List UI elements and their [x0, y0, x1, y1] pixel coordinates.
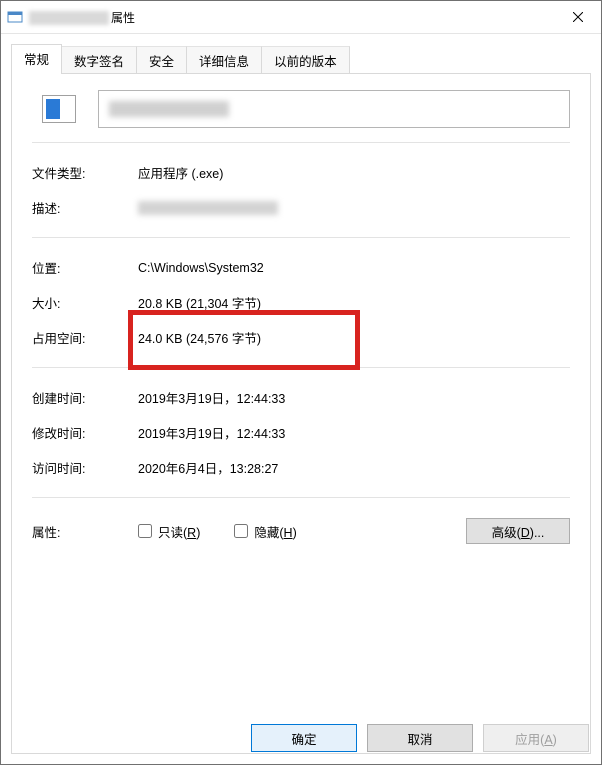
label-attributes: 属性: [32, 522, 138, 541]
separator [32, 237, 570, 238]
tab-previous-versions[interactable]: 以前的版本 [261, 46, 350, 75]
row-modified: 修改时间: 2019年3月19日，12:44:33 [32, 415, 570, 450]
value-file-type: 应用程序 (.exe) [138, 163, 570, 182]
properties-dialog: 属性 常规 数字签名 安全 详细信息 以前的版本 [0, 0, 602, 765]
label-created: 创建时间: [32, 388, 138, 407]
label-accessed: 访问时间: [32, 458, 138, 477]
label-description: 描述: [32, 198, 138, 217]
separator [32, 497, 570, 498]
title-redacted [29, 11, 109, 25]
ok-button-label: 确定 [291, 733, 316, 747]
tab-label: 详细信息 [199, 55, 249, 69]
row-description: 描述: [32, 190, 570, 225]
advanced-button[interactable]: 高级(D)... [466, 518, 570, 544]
apply-button: 应用(A) [483, 724, 589, 752]
cancel-button-label: 取消 [407, 733, 432, 747]
value-size: 20.8 KB (21,304 字节) [138, 293, 570, 312]
dialog-button-bar: 确定 取消 应用(A) [251, 724, 589, 752]
close-icon [573, 12, 583, 22]
checkbox-readonly-input[interactable] [138, 524, 152, 538]
label-modified: 修改时间: [32, 423, 138, 442]
description-redacted [138, 201, 278, 215]
value-location: C:\Windows\System32 [138, 261, 570, 275]
value-created: 2019年3月19日，12:44:33 [138, 388, 570, 407]
checkbox-hidden[interactable]: 隐藏(H) [234, 522, 296, 541]
tab-label: 数字签名 [74, 55, 124, 69]
tab-security[interactable]: 安全 [136, 46, 187, 75]
checkbox-hidden-input[interactable] [234, 524, 248, 538]
checkbox-hidden-label: 隐藏(H) [254, 522, 296, 541]
value-accessed: 2020年6月4日，13:28:27 [138, 458, 570, 477]
row-created: 创建时间: 2019年3月19日，12:44:33 [32, 380, 570, 415]
tab-label: 安全 [149, 55, 174, 69]
file-name-row [32, 88, 570, 130]
tab-label: 以前的版本 [274, 55, 337, 69]
file-name-redacted [109, 101, 229, 117]
panel-inner: 文件类型: 应用程序 (.exe) 描述: 位置: C:\Windows\Sys… [12, 74, 590, 562]
tab-label: 常规 [24, 53, 49, 67]
ok-button[interactable]: 确定 [251, 724, 357, 752]
value-size-on-disk: 24.0 KB (24,576 字节) [138, 328, 570, 347]
row-accessed: 访问时间: 2020年6月4日，13:28:27 [32, 450, 570, 485]
close-button[interactable] [555, 1, 601, 33]
checkbox-readonly[interactable]: 只读(R) [138, 522, 200, 541]
tab-strip: 常规 数字签名 安全 详细信息 以前的版本 [1, 34, 601, 73]
file-type-icon [38, 88, 80, 130]
label-size-on-disk: 占用空间: [32, 328, 138, 347]
row-size-on-disk: 占用空间: 24.0 KB (24,576 字节) [32, 320, 570, 355]
separator [32, 142, 570, 143]
label-file-type: 文件类型: [32, 163, 138, 182]
value-modified: 2019年3月19日，12:44:33 [138, 423, 570, 442]
row-size: 大小: 20.8 KB (21,304 字节) [32, 285, 570, 320]
window-title: 属性 [29, 9, 135, 26]
checkbox-readonly-label: 只读(R) [158, 522, 200, 541]
app-icon [7, 9, 23, 25]
cancel-button[interactable]: 取消 [367, 724, 473, 752]
label-location: 位置: [32, 258, 138, 277]
value-description [138, 201, 570, 215]
tab-details[interactable]: 详细信息 [186, 46, 262, 75]
row-attributes: 属性: 只读(R) 隐藏(H) 高级(D)... [32, 510, 570, 552]
title-bar: 属性 [1, 1, 601, 34]
label-size: 大小: [32, 293, 138, 312]
tab-general[interactable]: 常规 [11, 44, 62, 74]
row-location: 位置: C:\Windows\System32 [32, 250, 570, 285]
title-bar-left: 属性 [7, 9, 135, 26]
row-file-type: 文件类型: 应用程序 (.exe) [32, 155, 570, 190]
file-name-input[interactable] [98, 90, 570, 128]
separator [32, 367, 570, 368]
tab-panel-general: 文件类型: 应用程序 (.exe) 描述: 位置: C:\Windows\Sys… [11, 73, 591, 754]
tab-signatures[interactable]: 数字签名 [61, 46, 137, 75]
